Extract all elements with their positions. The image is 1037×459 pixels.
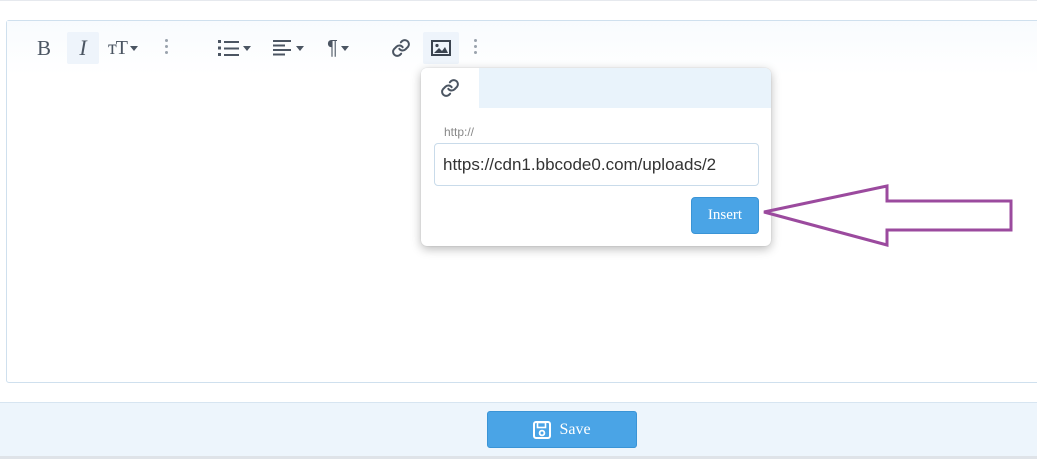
save-label: Save bbox=[559, 420, 591, 438]
save-button[interactable]: Save bbox=[487, 411, 637, 448]
footer-bar: Save bbox=[0, 402, 1037, 457]
floppy-disk-icon bbox=[533, 420, 552, 439]
annotation-arrow bbox=[763, 184, 1013, 247]
